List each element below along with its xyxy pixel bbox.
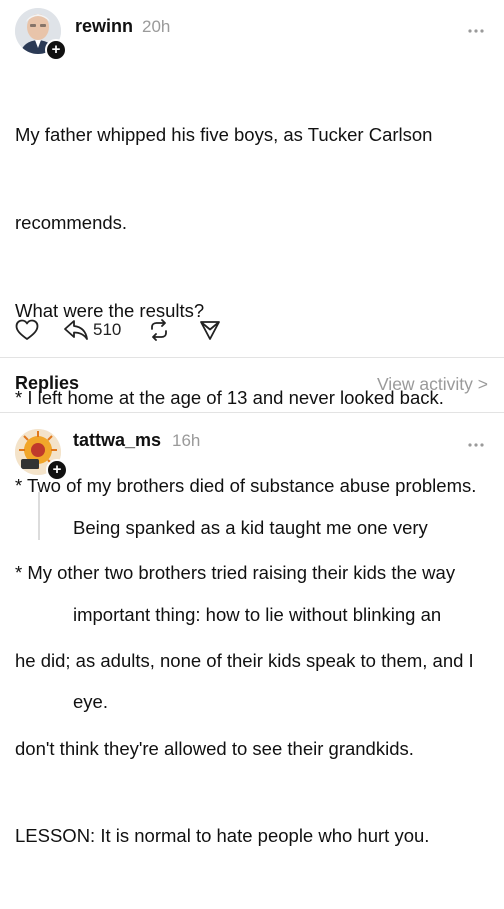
post-actions: 510: [15, 316, 315, 344]
post-timestamp: 20h: [142, 17, 171, 36]
divider: [0, 412, 504, 413]
share-button[interactable]: [199, 316, 221, 344]
repost-icon: [151, 319, 167, 341]
reply-username[interactable]: tattwa_ms: [73, 430, 161, 451]
reply-line: eye.: [73, 691, 108, 712]
send-icon: [200, 321, 220, 340]
reply-count: 510: [93, 320, 122, 339]
like-button[interactable]: [15, 316, 39, 344]
reply-line: important thing: how to lie without blin…: [73, 604, 442, 625]
more-options-icon[interactable]: [468, 20, 484, 36]
view-activity-link[interactable]: View activity >: [377, 374, 488, 395]
reply-button[interactable]: 510: [63, 316, 121, 344]
thread-line: [38, 492, 40, 540]
post: + rewinn 20h My father whipped his five …: [0, 0, 504, 846]
post-line: recommends.: [15, 212, 128, 234]
post-line: My father whipped his five boys, as Tuck…: [15, 124, 433, 146]
reply-icon: [64, 320, 88, 340]
reply-body: Being spanked as a kid taught me one ver…: [73, 455, 441, 745]
post-username[interactable]: rewinn: [75, 16, 133, 37]
follow-button[interactable]: +: [46, 459, 68, 481]
more-options-icon[interactable]: [468, 434, 484, 450]
reply-timestamp: 16h: [172, 431, 201, 450]
divider: [0, 357, 504, 358]
repost-button[interactable]: [147, 316, 171, 344]
follow-button[interactable]: +: [45, 39, 67, 61]
heart-icon: [15, 319, 39, 340]
reply-line: Being spanked as a kid taught me one ver…: [73, 517, 428, 538]
replies-heading: Replies: [15, 373, 80, 393]
post-line: LESSON: It is normal to hate people who …: [15, 825, 430, 847]
